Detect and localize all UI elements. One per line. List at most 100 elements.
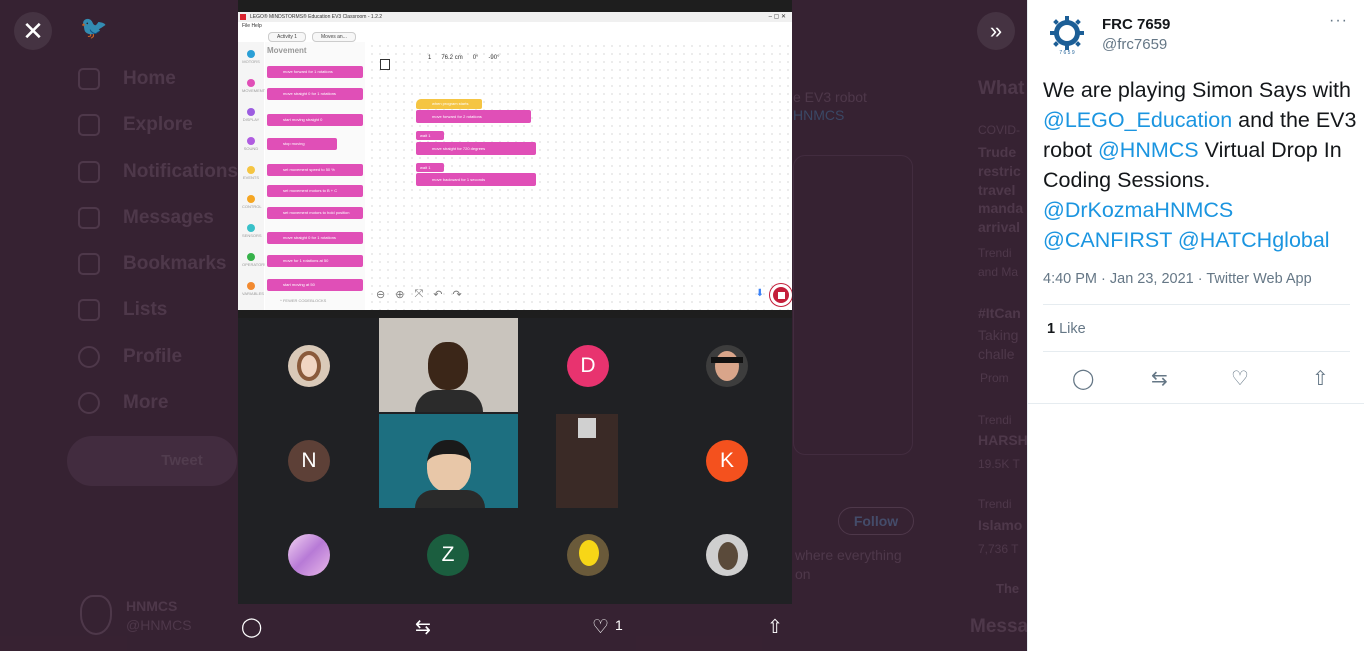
port-value: 0° bbox=[472, 55, 479, 61]
brick-icon bbox=[380, 59, 390, 70]
mention-link[interactable]: @LEGO_Education bbox=[1043, 108, 1232, 132]
participant-avatar: N bbox=[288, 440, 330, 482]
expand-button[interactable]: » bbox=[977, 12, 1015, 50]
program-block: wait 1 seconds bbox=[416, 131, 444, 147]
tweet-action-bar: ◯ ⇆ ♡ ⇧ bbox=[1028, 366, 1364, 392]
ev3-tab: Moves an... bbox=[312, 32, 356, 42]
ev3-code-canvas: when program starts move forward for 2 ro… bbox=[368, 42, 792, 310]
program-start-block: when program starts bbox=[416, 99, 482, 109]
stop-icon bbox=[770, 284, 792, 306]
author-name[interactable]: FRC 7659 bbox=[1102, 16, 1170, 33]
fewer-codeblocks: ^ FEWER CODEBLOCKS bbox=[280, 298, 327, 303]
likes-count: 1 bbox=[1047, 321, 1056, 337]
tweet-detail-panel: 7 6 5 9 FRC 7659 @frc7659 ··· We are pla… bbox=[1027, 0, 1364, 651]
category-dot-icon bbox=[247, 108, 255, 116]
close-icon: ✕ bbox=[22, 16, 44, 46]
mention-link[interactable]: @HATCHglobal bbox=[1178, 228, 1330, 252]
frc-logo-icon: 7 6 5 9 bbox=[1050, 16, 1084, 55]
category-label: MOTORS bbox=[242, 59, 260, 64]
redo-icon: ↷ bbox=[452, 289, 462, 301]
retweet-icon: ⇆ bbox=[415, 617, 431, 638]
window-controls: – ▢ ✕ bbox=[768, 14, 786, 20]
palette-block: move straight 0 for 1 rotations bbox=[267, 88, 363, 100]
like-button[interactable]: ♡ 1 bbox=[592, 616, 623, 639]
reply-button[interactable]: ◯ bbox=[241, 616, 262, 639]
retweet-icon[interactable]: ⇆ bbox=[1151, 366, 1168, 391]
author-handle[interactable]: @frc7659 bbox=[1102, 36, 1167, 53]
heart-icon: ♡ bbox=[592, 617, 610, 638]
zoom-in-icon: ⊕ bbox=[395, 289, 405, 301]
category-dot-icon bbox=[247, 50, 255, 58]
ev3-classroom-window: LEGO® MINDSTORMS® Education EV3 Classroo… bbox=[238, 12, 792, 310]
category-label: MOVEMENT bbox=[242, 88, 266, 93]
participant-initial: N bbox=[301, 449, 317, 472]
category-label: CONTROL bbox=[242, 204, 262, 209]
port-value: 76.2 cm bbox=[441, 55, 463, 61]
participant-avatar-photo bbox=[567, 534, 609, 576]
palette-block: set movement motors to hold position bbox=[267, 207, 363, 219]
divider bbox=[1028, 403, 1364, 404]
ev3-category-item: SOUND bbox=[242, 137, 260, 151]
likes-summary[interactable]: 1 Like bbox=[1047, 321, 1086, 337]
palette-block: set movement speed to 50 % bbox=[267, 164, 363, 176]
ev3-menubar: File Help bbox=[242, 23, 262, 29]
video-call-grid: D N K Z bbox=[238, 318, 792, 604]
category-label: SENSORS bbox=[242, 233, 262, 238]
category-dot-icon bbox=[247, 166, 255, 174]
category-dot-icon bbox=[247, 137, 255, 145]
participant-avatar-photo bbox=[706, 534, 748, 576]
ev3-window-title: LEGO® MINDSTORMS® Education EV3 Classroo… bbox=[250, 14, 383, 20]
ev3-tabs: Activity 1 Moves an... bbox=[268, 32, 356, 42]
download-icon: ⬇ bbox=[755, 288, 764, 299]
tweet-text: We are playing Simon Says with @LEGO_Edu… bbox=[1043, 75, 1358, 255]
mention-link[interactable]: @DrKozmaHNMCS bbox=[1043, 198, 1233, 222]
ev3-category-item: OPERATORS bbox=[242, 253, 267, 267]
palette-title: Movement bbox=[267, 46, 307, 55]
program-block: move backward for 1 seconds bbox=[416, 173, 536, 186]
category-dot-icon bbox=[247, 224, 255, 232]
ev3-port-readouts: 1 76.2 cm 0° -90° bbox=[428, 55, 500, 61]
program-block: wait 1 seconds bbox=[416, 163, 444, 179]
like-icon[interactable]: ♡ bbox=[1231, 366, 1249, 391]
ev3-category-sidebar: MOTORS MOVEMENT DISPLAY SOUND EVENTS CONTROL S… bbox=[238, 42, 267, 310]
chevron-double-right-icon: » bbox=[989, 18, 1003, 43]
category-label: VARIABLES bbox=[242, 291, 264, 296]
retweet-button[interactable]: ⇆ bbox=[415, 616, 431, 639]
ev3-tab: Activity 1 bbox=[268, 32, 307, 42]
participant-initial: Z bbox=[441, 543, 455, 566]
more-options-icon[interactable]: ··· bbox=[1329, 12, 1348, 30]
participant-initial: K bbox=[719, 449, 734, 472]
tweet-media-image[interactable]: LEGO® MINDSTORMS® Education EV3 Classroo… bbox=[238, 0, 792, 604]
category-dot-icon bbox=[247, 282, 255, 290]
undo-icon: ↶ bbox=[433, 289, 443, 301]
close-button[interactable]: ✕ bbox=[14, 12, 52, 50]
mention-link[interactable]: @HNMCS bbox=[1098, 138, 1199, 162]
palette-block: move forward for 1 rotations bbox=[267, 66, 363, 78]
mention-link[interactable]: @CANFIRST bbox=[1043, 228, 1172, 252]
ev3-category-item: MOTORS bbox=[242, 50, 260, 64]
port-value: -90° bbox=[488, 55, 500, 61]
zoom-out-icon: ⊖ bbox=[376, 289, 386, 301]
participant-avatar-photo bbox=[288, 534, 330, 576]
divider bbox=[1043, 351, 1350, 352]
category-dot-icon bbox=[247, 253, 255, 261]
category-label: SOUND bbox=[243, 146, 259, 151]
ev3-category-item: MOVEMENT bbox=[242, 79, 265, 93]
ev3-category-item: VARIABLES bbox=[242, 282, 264, 296]
likes-label: Like bbox=[1059, 321, 1086, 337]
reply-icon[interactable]: ◯ bbox=[1072, 366, 1094, 391]
share-button[interactable]: ⇧ bbox=[767, 616, 783, 639]
participant-avatar: K bbox=[706, 440, 748, 482]
category-dot-icon bbox=[247, 79, 255, 87]
palette-block: set movement motors to B + C bbox=[267, 185, 363, 197]
ev3-titlebar: LEGO® MINDSTORMS® Education EV3 Classroo… bbox=[238, 12, 792, 22]
like-count: 1 bbox=[615, 617, 623, 633]
ev3-category-item: SENSORS bbox=[242, 224, 262, 238]
tweet-timestamp[interactable]: 4:40 PM · Jan 23, 2021 · Twitter Web App bbox=[1043, 271, 1312, 287]
share-icon[interactable]: ⇧ bbox=[1312, 366, 1329, 391]
participant-avatar-photo bbox=[288, 345, 330, 387]
lego-logo-icon bbox=[240, 14, 246, 20]
palette-block: move straight 0 for 1 rotations bbox=[267, 232, 363, 244]
participant-initial: D bbox=[580, 354, 596, 377]
ev3-canvas-tools: ⊖ ⊕ ⤧ ↶ ↷ bbox=[376, 288, 462, 301]
